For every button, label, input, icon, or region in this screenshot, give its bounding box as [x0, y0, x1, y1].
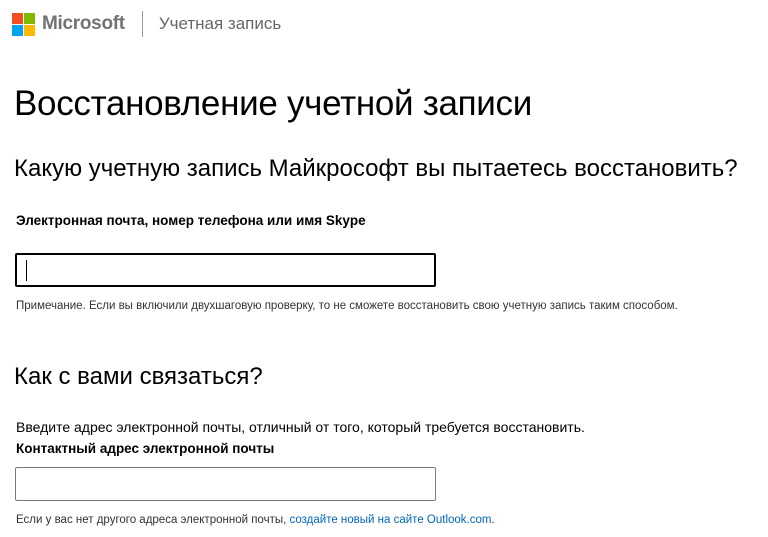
header-section-label: Учетная запись [158, 14, 282, 33]
microsoft-logo-icon[interactable] [12, 12, 35, 36]
page-subtitle: Какую учетную запись Майкрософт вы пытае… [14, 155, 738, 182]
footer-note-text: Если у вас нет другого адреса электронно… [16, 514, 290, 526]
header-divider [141, 11, 143, 37]
logo-blue-square [12, 24, 23, 36]
header: Microsoft Учетная запись [12, 10, 281, 38]
logo-yellow-square [24, 24, 35, 36]
contact-section-heading: Как с вами связаться? [14, 363, 263, 390]
text-caret [26, 260, 27, 281]
create-outlook-link[interactable]: создайте новый на сайте Outlook.com [290, 514, 492, 526]
two-step-note: Примечание. Если вы включили двухшаговую… [16, 300, 678, 312]
contact-field-label: Контактный адрес электронной почты [16, 441, 275, 456]
footer-note-end: . [491, 514, 495, 526]
footer-note: Если у вас нет другого адреса электронно… [16, 514, 495, 526]
logo-red-square [12, 12, 23, 24]
contact-email-input[interactable] [15, 467, 436, 501]
page-title: Восстановление учетной записи [14, 84, 532, 123]
contact-instruction: Введите адрес электронной почты, отличны… [16, 419, 585, 435]
account-input[interactable] [15, 253, 436, 287]
logo-green-square [24, 12, 35, 24]
account-field-label: Электронная почта, номер телефона или им… [16, 213, 366, 228]
brand-name[interactable]: Microsoft [42, 13, 125, 35]
